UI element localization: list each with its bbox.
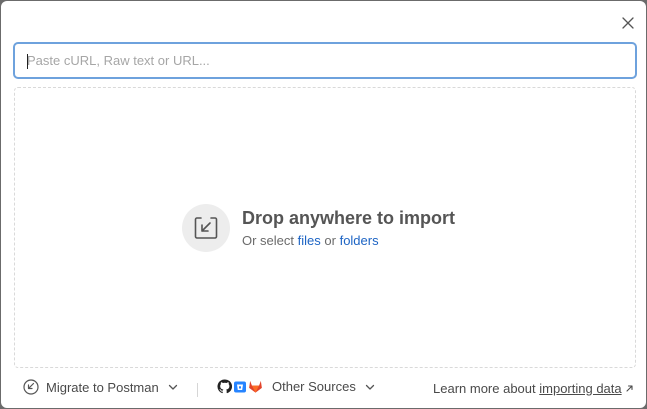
migrate-label: Migrate to Postman — [46, 379, 159, 395]
import-icon-circle — [182, 204, 230, 252]
migrate-to-postman-button[interactable]: Migrate to Postman — [23, 379, 178, 395]
close-button[interactable] — [618, 13, 638, 33]
modal-footer: Migrate to Postman Other Sources Learn m… — [1, 373, 646, 403]
migrate-icon — [23, 379, 39, 395]
select-files-link[interactable]: files — [298, 233, 321, 248]
source-icons — [217, 379, 263, 394]
drop-subtitle: Or select files or folders — [242, 233, 379, 248]
chevron-down-icon — [168, 382, 178, 392]
search-input[interactable] — [15, 44, 635, 77]
close-icon — [622, 17, 634, 29]
other-sources-label: Other Sources — [272, 379, 356, 394]
github-icon — [217, 379, 232, 394]
footer-divider — [197, 383, 198, 397]
importing-data-link[interactable]: importing data — [539, 381, 621, 396]
chevron-down-icon — [365, 382, 375, 392]
drop-subtitle-or: or — [324, 233, 336, 248]
drop-title: Drop anywhere to import — [242, 208, 456, 228]
drop-zone[interactable]: Drop anywhere to import Or select files … — [14, 87, 636, 368]
text-cursor — [27, 54, 28, 69]
learn-more-prefix: Learn more about — [433, 381, 536, 396]
drop-subtitle-prefix: Or select — [242, 233, 295, 248]
external-link-icon — [625, 381, 634, 396]
gitlab-icon — [249, 380, 262, 393]
import-modal: Drop anywhere to import Or select files … — [1, 1, 646, 408]
learn-more-text: Learn more about importing data — [433, 381, 634, 396]
bitbucket-icon — [234, 381, 246, 392]
select-folders-link[interactable]: folders — [340, 233, 379, 248]
search-field[interactable] — [13, 42, 637, 79]
import-tray-icon — [194, 217, 218, 239]
other-sources-button[interactable]: Other Sources — [217, 379, 375, 394]
